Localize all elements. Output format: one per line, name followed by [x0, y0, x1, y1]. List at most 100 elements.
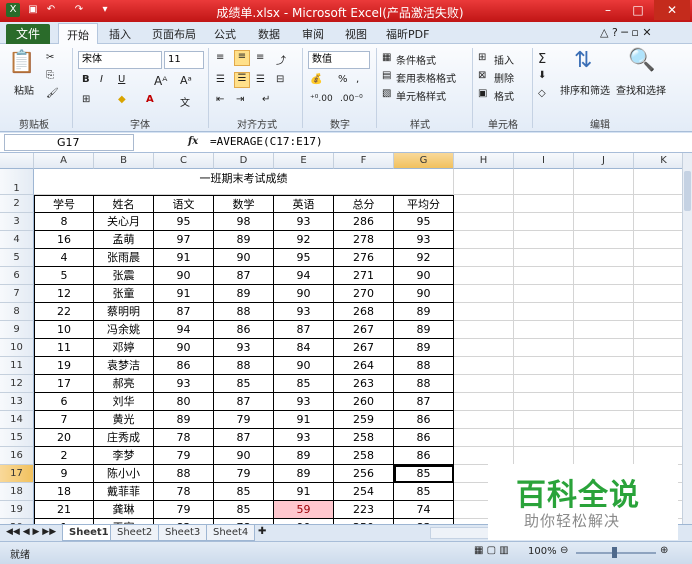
- table-cell[interactable]: 276: [334, 249, 394, 267]
- grid-cell[interactable]: [574, 393, 634, 411]
- formula-input[interactable]: =AVERAGE(C17:E17): [210, 135, 323, 148]
- cell-style-button[interactable]: 单元格样式: [396, 88, 446, 103]
- number-format-select[interactable]: 数值: [308, 51, 370, 69]
- tab-home[interactable]: 开始: [58, 23, 98, 45]
- grid-cell[interactable]: [574, 169, 634, 195]
- grid-cell[interactable]: [514, 357, 574, 375]
- table-cell[interactable]: 93: [274, 393, 334, 411]
- column-header[interactable]: A: [34, 153, 94, 169]
- table-cell[interactable]: 93: [394, 231, 454, 249]
- selected-cell[interactable]: 85: [394, 465, 454, 483]
- cell-style-icon[interactable]: ▧: [382, 88, 391, 99]
- sort-filter-icon[interactable]: ⇅: [574, 48, 592, 73]
- table-cell[interactable]: 97: [154, 231, 214, 249]
- table-cell[interactable]: 89: [214, 285, 274, 303]
- tab-foxit-pdf[interactable]: 福昕PDF: [386, 26, 429, 42]
- row-header[interactable]: 5: [0, 249, 34, 267]
- tab-formulas[interactable]: 公式: [214, 26, 236, 42]
- table-cell[interactable]: 6: [34, 393, 94, 411]
- table-cell[interactable]: 258: [334, 447, 394, 465]
- table-cell[interactable]: 90: [274, 357, 334, 375]
- row-header[interactable]: 3: [0, 213, 34, 231]
- currency-icon[interactable]: 💰: [310, 74, 322, 85]
- row-header[interactable]: 10: [0, 339, 34, 357]
- table-cell[interactable]: 91: [154, 249, 214, 267]
- table-cell[interactable]: 263: [334, 375, 394, 393]
- grid-cell[interactable]: [514, 267, 574, 285]
- table-cell[interactable]: 95: [274, 249, 334, 267]
- table-cell[interactable]: 90: [154, 267, 214, 285]
- table-cell[interactable]: 85: [214, 501, 274, 519]
- grid-cell[interactable]: [514, 339, 574, 357]
- table-cell[interactable]: 90: [394, 285, 454, 303]
- table-cell[interactable]: 孟萌: [94, 231, 154, 249]
- row-header[interactable]: 19: [0, 501, 34, 519]
- table-cell[interactable]: 李梦: [94, 447, 154, 465]
- grid-cell[interactable]: [514, 429, 574, 447]
- scroll-thumb[interactable]: [684, 171, 691, 211]
- table-cell[interactable]: 4: [34, 249, 94, 267]
- grid-cell[interactable]: [574, 429, 634, 447]
- table-cell[interactable]: 黄光: [94, 411, 154, 429]
- grid-cell[interactable]: [514, 447, 574, 465]
- grid-cell[interactable]: [574, 411, 634, 429]
- table-header-cell[interactable]: 总分: [334, 195, 394, 213]
- font-size-select[interactable]: 11: [164, 51, 204, 69]
- table-cell[interactable]: 87: [154, 303, 214, 321]
- autosum-icon[interactable]: Σ: [538, 52, 546, 67]
- grid-cell[interactable]: [514, 375, 574, 393]
- table-cell[interactable]: 271: [334, 267, 394, 285]
- delete-button[interactable]: 删除: [494, 70, 514, 85]
- table-cell[interactable]: 张童: [94, 285, 154, 303]
- table-cell[interactable]: 85: [214, 483, 274, 501]
- table-cell[interactable]: 79: [154, 447, 214, 465]
- row-header[interactable]: 18: [0, 483, 34, 501]
- sort-filter-button[interactable]: 排序和筛选: [560, 82, 610, 97]
- table-header-cell[interactable]: 学号: [34, 195, 94, 213]
- table-cell[interactable]: 264: [334, 357, 394, 375]
- paste-icon[interactable]: 📋: [8, 50, 35, 75]
- grid-cell[interactable]: [454, 375, 514, 393]
- grid-cell[interactable]: [574, 267, 634, 285]
- grid-cell[interactable]: [514, 393, 574, 411]
- zoom-in-icon[interactable]: ⊕: [660, 545, 668, 556]
- table-cell[interactable]: 258: [334, 429, 394, 447]
- align-center-icon[interactable]: ☰: [234, 72, 250, 88]
- table-cell[interactable]: 270: [334, 285, 394, 303]
- redo-icon[interactable]: ↷: [72, 3, 86, 17]
- table-cell[interactable]: 88: [394, 357, 454, 375]
- border-icon[interactable]: ⊞: [82, 94, 90, 105]
- grid-cell[interactable]: [634, 339, 682, 357]
- table-cell[interactable]: 11: [34, 339, 94, 357]
- table-cell[interactable]: 87: [274, 321, 334, 339]
- table-cell[interactable]: 91: [274, 411, 334, 429]
- table-cell[interactable]: 17: [34, 375, 94, 393]
- grid-cell[interactable]: [454, 303, 514, 321]
- table-cell[interactable]: 12: [34, 285, 94, 303]
- grid-cell[interactable]: [574, 447, 634, 465]
- table-cell[interactable]: 冯余姚: [94, 321, 154, 339]
- comma-icon[interactable]: ,: [356, 74, 359, 85]
- column-header[interactable]: G: [394, 153, 454, 169]
- tab-view[interactable]: 视图: [345, 26, 367, 42]
- format-painter-icon[interactable]: 🖌: [46, 88, 59, 99]
- format-button[interactable]: 格式: [494, 88, 514, 103]
- table-cell[interactable]: 89: [154, 411, 214, 429]
- select-all-corner[interactable]: [0, 153, 34, 169]
- name-box[interactable]: G17: [4, 134, 134, 151]
- vertical-scrollbar[interactable]: [682, 153, 692, 524]
- table-cell[interactable]: 88: [394, 375, 454, 393]
- sheet-tab-4[interactable]: Sheet4: [206, 525, 256, 541]
- grid-cell[interactable]: [634, 249, 682, 267]
- grid-cell[interactable]: [634, 231, 682, 249]
- grid-cell[interactable]: [574, 285, 634, 303]
- fill-icon[interactable]: ⬇: [538, 70, 546, 81]
- column-header[interactable]: K: [634, 153, 682, 169]
- grid-cell[interactable]: [634, 267, 682, 285]
- table-cell[interactable]: 21: [34, 501, 94, 519]
- table-header-cell[interactable]: 平均分: [394, 195, 454, 213]
- table-cell[interactable]: 邓婷: [94, 339, 154, 357]
- row-header[interactable]: 15: [0, 429, 34, 447]
- table-cell[interactable]: 93: [274, 429, 334, 447]
- decrease-indent-icon[interactable]: ⇤: [216, 94, 224, 105]
